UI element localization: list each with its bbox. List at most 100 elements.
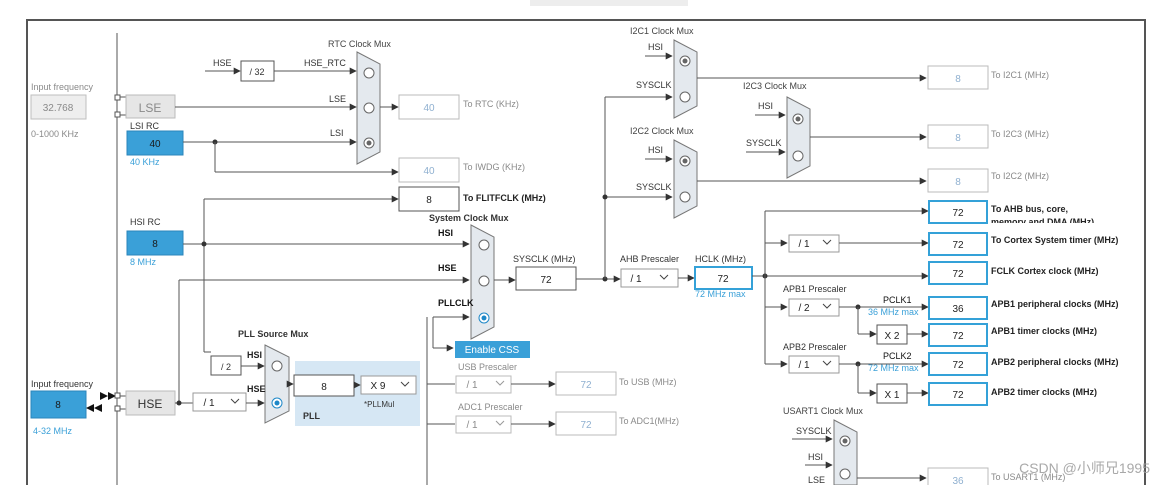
usart1-radio-hsi[interactable] (839, 468, 851, 480)
ahb-prescaler-value: / 1 (630, 274, 642, 285)
pclk2-label: PCLK2 (883, 351, 912, 361)
apb2-prescaler-label: APB2 Prescaler (783, 342, 847, 352)
pll-src-hsi-label: HSI (247, 350, 262, 360)
i2c2-mux-title: I2C2 Clock Mux (630, 126, 694, 136)
ahb-label: AHB Prescaler (620, 254, 679, 264)
usart1-lse-label: LSE (808, 475, 825, 485)
apb1-periph-label: APB1 peripheral clocks (MHz) (991, 299, 1119, 309)
adc-prescaler-value: / 1 (466, 420, 478, 431)
flit-out-value: 8 (426, 195, 432, 206)
apb1-max: 36 MHz max (868, 307, 919, 317)
lse-input-label: Input frequency (31, 82, 94, 92)
sysmux-title: System Clock Mux (429, 213, 509, 223)
lse-input-range: 0-1000 KHz (31, 129, 79, 139)
apb1-mul-label: X 2 (884, 331, 899, 342)
rtc-hse-label: HSE (213, 58, 232, 68)
apb1-prescaler-value: / 2 (798, 303, 810, 314)
hse-pll-prescaler-select[interactable] (192, 392, 247, 412)
lse-pin-top (114, 94, 121, 101)
i2c2-out-value: 8 (955, 177, 961, 188)
usb-prescaler-label: USB Prescaler (458, 362, 517, 372)
apb1-prescaler-select[interactable] (788, 298, 840, 317)
adc-prescaler-select[interactable] (455, 415, 512, 434)
sysmux-radio-hse[interactable] (478, 275, 490, 287)
i2c3-clock-mux[interactable] (786, 96, 811, 179)
pll-src-radio-hsi[interactable] (271, 360, 283, 372)
ahb-bus-label-1: To AHB bus, core, (991, 204, 1068, 214)
i2c1-radio-sysclk[interactable] (679, 91, 691, 103)
adc-out-value: 72 (580, 420, 592, 431)
pll-mul-select[interactable] (360, 375, 417, 395)
i2c2-radio-sysclk[interactable] (679, 191, 691, 203)
usart1-sysclk-label: SYSCLK (796, 426, 832, 436)
top-clipped-bar (530, 0, 688, 6)
sysmux-pllclk-label: PLLCLK (438, 298, 474, 308)
usart1-out-value: 36 (952, 476, 964, 485)
usb-prescaler-value: / 1 (466, 380, 478, 391)
i2c3-out-value: 8 (955, 133, 961, 144)
clock-tree-diagram: Input frequency 32.768 0-1000 KHz LSE LS… (26, 0, 1150, 485)
pll-src-hse-label: HSE (247, 384, 266, 394)
apb2-periph-label: APB2 peripheral clocks (MHz) (991, 357, 1119, 367)
rtc-mux-title: RTC Clock Mux (328, 39, 391, 49)
hse-input-value: 8 (55, 400, 61, 411)
i2c1-sysclk-label: SYSCLK (636, 80, 672, 90)
apb1-periph-value: 36 (952, 304, 964, 315)
lse-input-value: 32.768 (43, 103, 74, 114)
pll-mul-value: X 9 (370, 381, 385, 392)
i2c1-clock-mux[interactable] (673, 39, 698, 119)
sysclk-label: SYSCLK (MHz) (513, 254, 576, 264)
hsi-label: HSI RC (130, 217, 161, 227)
usart1-mux-title: USART1 Clock Mux (783, 406, 863, 416)
apb2-prescaler-value: / 1 (798, 360, 810, 371)
rtc-out-label: To RTC (KHz) (463, 99, 519, 109)
apb2-periph-value: 72 (952, 360, 964, 371)
fclk-value: 72 (952, 269, 964, 280)
usb-out-label: To USB (MHz) (619, 377, 677, 387)
iwdg-out-value: 40 (423, 166, 435, 177)
pll-source-mux[interactable] (264, 344, 290, 424)
i2c3-mux-title: I2C3 Clock Mux (743, 81, 807, 91)
i2c3-hsi-label: HSI (758, 101, 773, 111)
apb1-timer-label: APB1 timer clocks (MHz) (991, 326, 1097, 336)
i2c1-mux-title: I2C1 Clock Mux (630, 26, 694, 36)
i2c1-hsi-label: HSI (648, 42, 663, 52)
sysclk-value: 72 (540, 275, 552, 286)
fclk-label: FCLK Cortex clock (MHz) (991, 266, 1099, 276)
lsi-label: LSI RC (130, 121, 160, 131)
usb-out-value: 72 (580, 380, 592, 391)
apb2-prescaler-select[interactable] (788, 355, 840, 374)
pll-div2-label: / 2 (221, 362, 231, 372)
hse-pll-prescaler-value: / 1 (203, 398, 215, 409)
lsi-freq: 40 KHz (130, 157, 160, 167)
hse-arrows-left (86, 404, 102, 412)
i2c3-sysclk-label: SYSCLK (746, 138, 782, 148)
iwdg-out-label: To IWDG (KHz) (463, 162, 525, 172)
hse-input-label: Input frequency (31, 379, 94, 389)
hse-label: HSE (138, 397, 163, 411)
rtc-hse-rtc-label: HSE_RTC (304, 58, 346, 68)
rtc-div-label: / 32 (249, 67, 264, 77)
apb2-mul-label: X 1 (884, 390, 899, 401)
pll-src-title: PLL Source Mux (238, 329, 308, 339)
i2c1-out-value: 8 (955, 74, 961, 85)
sysmux-hse-label: HSE (438, 263, 457, 273)
rtc-mux-radio-lse[interactable] (363, 102, 375, 114)
lsi-value: 40 (149, 139, 161, 150)
lse-label: LSE (139, 101, 162, 115)
pll-label: PLL (303, 411, 321, 421)
cortex-timer-select[interactable] (788, 234, 840, 253)
rtc-mux-radio-hse[interactable] (363, 67, 375, 79)
adc-out-label: To ADC1(MHz) (619, 416, 679, 426)
cortex-timer-value: 72 (952, 240, 964, 251)
usb-prescaler-select[interactable] (455, 375, 512, 394)
sysmux-radio-hsi[interactable] (478, 239, 490, 251)
flit-out-label: To FLITFCLK (MHz) (463, 193, 546, 203)
apb1-prescaler-label: APB1 Prescaler (783, 284, 847, 294)
cortex-timer-div: / 1 (798, 239, 810, 250)
i2c3-radio-sysclk[interactable] (792, 150, 804, 162)
i2c3-out-label: To I2C3 (MHz) (991, 129, 1049, 139)
i2c2-clock-mux[interactable] (673, 139, 698, 219)
rtc-out-value: 40 (423, 103, 435, 114)
rtc-lsi-label: LSI (330, 128, 344, 138)
